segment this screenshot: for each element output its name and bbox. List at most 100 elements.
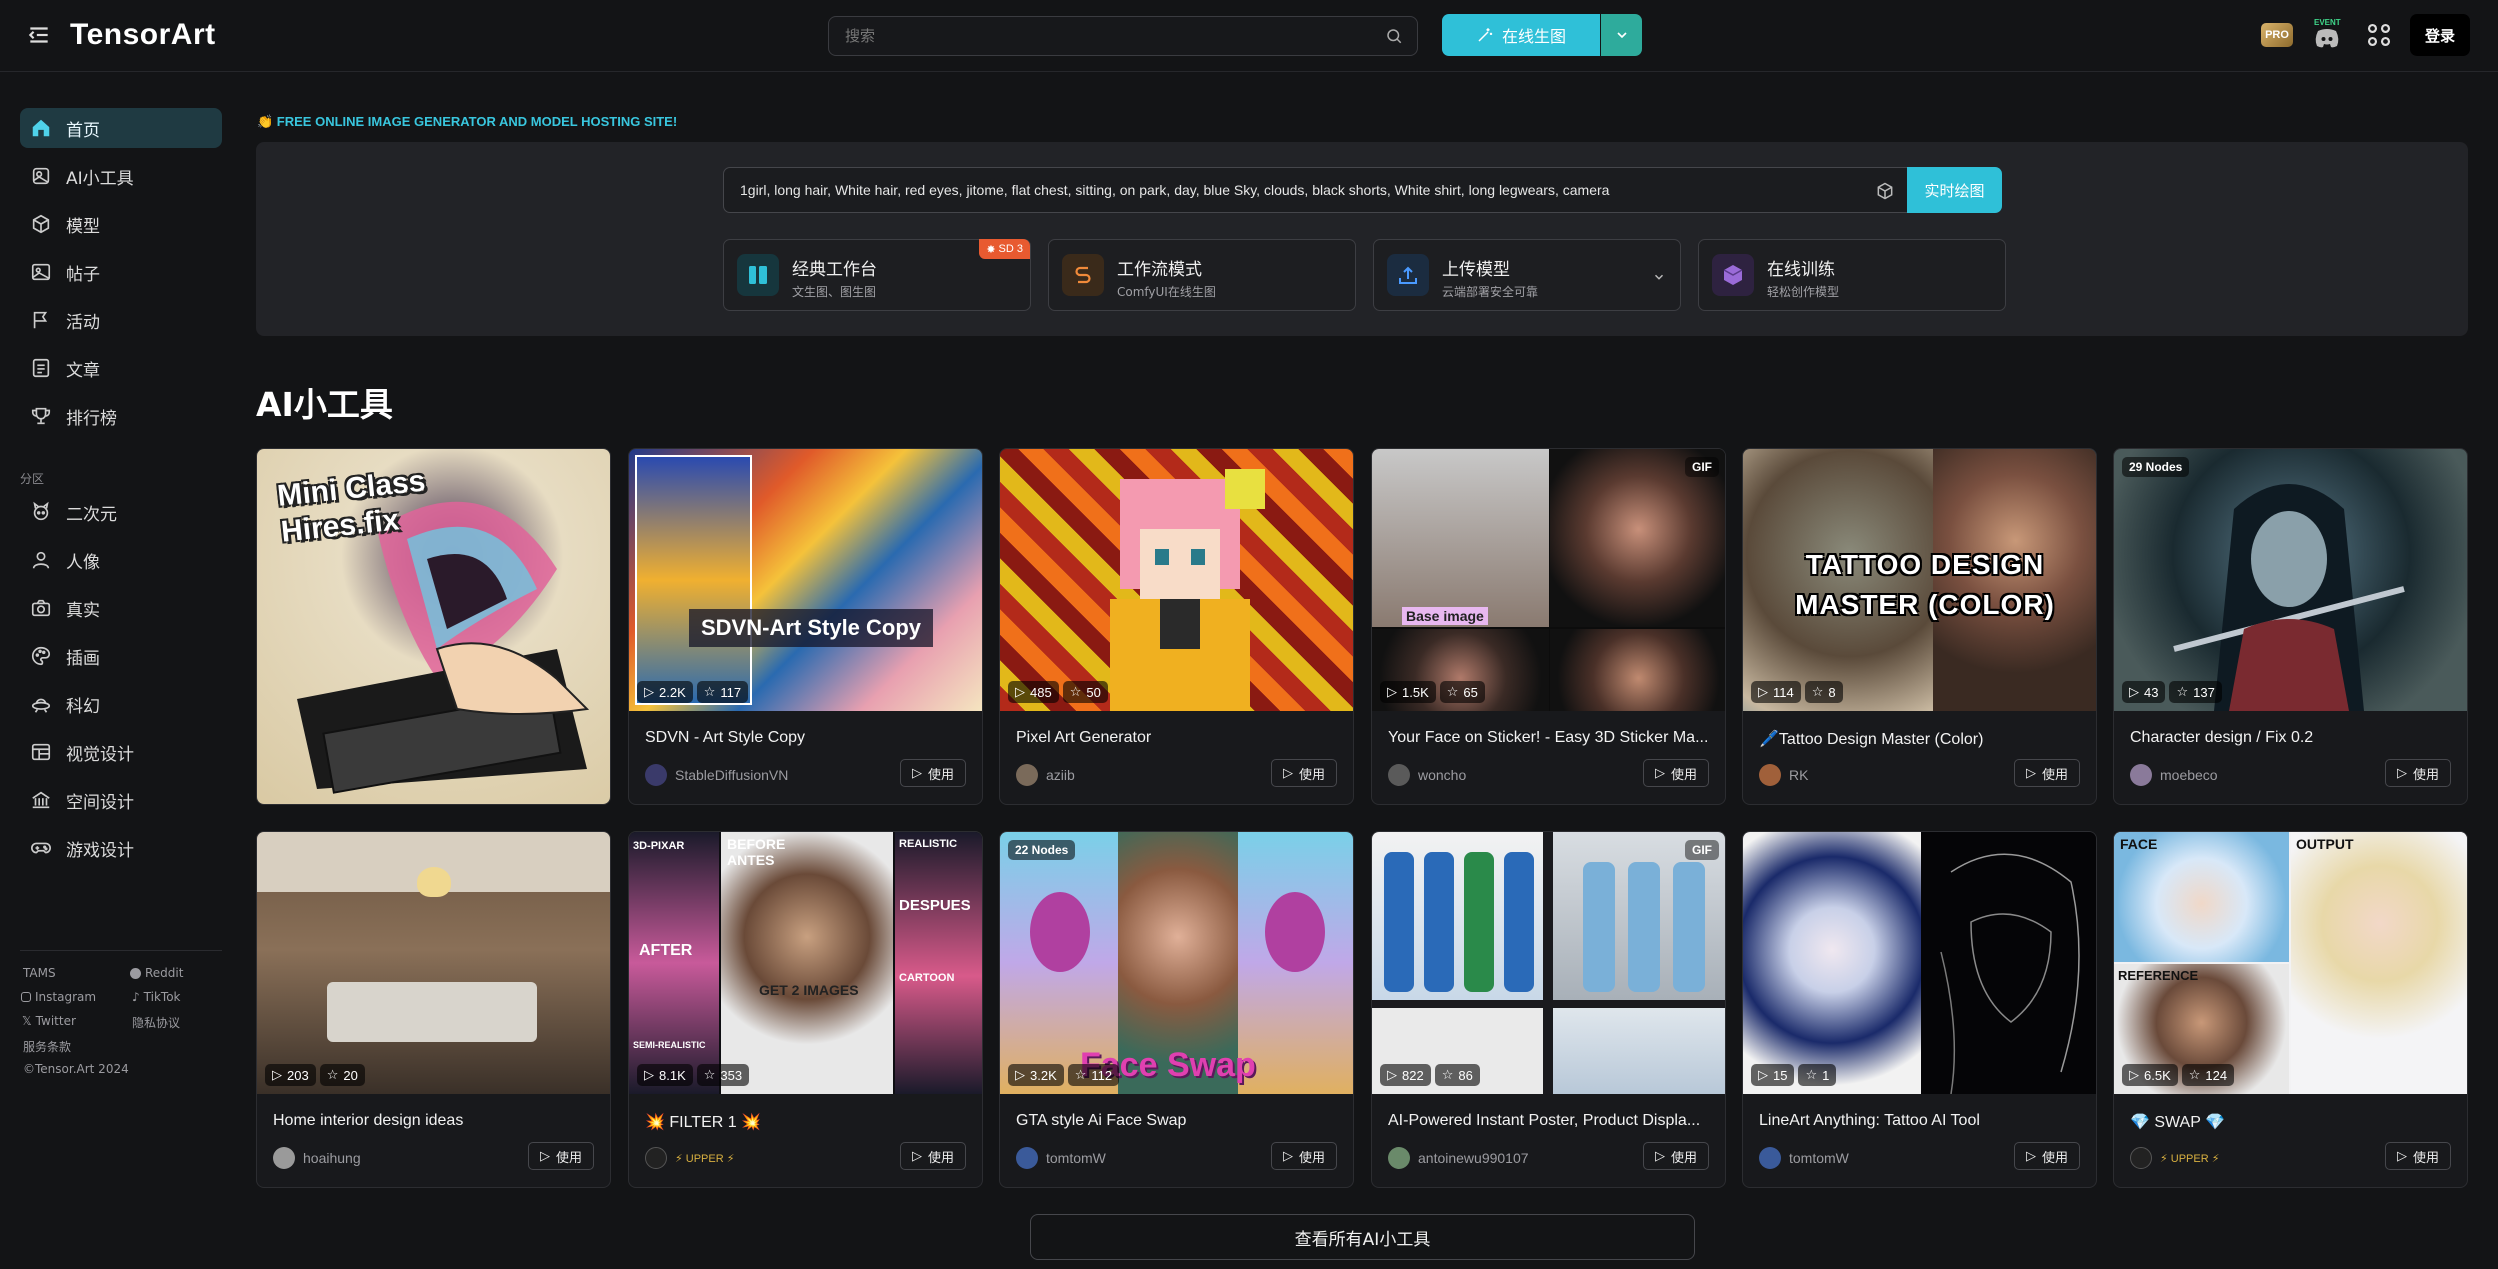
view-all-ai-tools-button[interactable]: 查看所有AI小工具 xyxy=(1030,1214,1695,1260)
card-author[interactable]: ⚡ UPPER ⚡ xyxy=(645,1147,734,1169)
login-button[interactable]: 登录 xyxy=(2410,14,2470,56)
sidebar-item-events[interactable]: 活动 xyxy=(20,300,222,340)
stars-value: 112 xyxy=(1091,1067,1113,1083)
tool-card-filter-1[interactable]: 3D-PIXAR BEFORE ANTES REALISTIC AFTER GE… xyxy=(628,831,983,1188)
sample-frame xyxy=(635,455,752,705)
footer-link-privacy[interactable]: 隐私协议 xyxy=(132,1014,180,1031)
use-button[interactable]: ▷ 使用 xyxy=(1643,1142,1709,1170)
card-title[interactable]: GTA style Ai Face Swap xyxy=(1016,1112,1341,1130)
card-author[interactable]: tomtomW xyxy=(1016,1147,1106,1169)
runs-value: 2.2K xyxy=(659,684,686,700)
tool-card-swap[interactable]: FACE OUTPUT REFERENCE ▷ 6.5K ☆ 124 💎 SWAP … xyxy=(2113,831,2468,1188)
play-icon: ▷ xyxy=(1282,765,1293,781)
sidebar-item-anime[interactable]: 二次元 xyxy=(20,492,222,532)
card-author[interactable]: antoinewu990107 xyxy=(1388,1147,1529,1169)
card-title[interactable]: SDVN - Art Style Copy xyxy=(645,729,970,747)
sidebar-item-leaderboard[interactable]: 排行榜 xyxy=(20,396,222,436)
use-button[interactable]: ▷ 使用 xyxy=(2385,759,2451,787)
use-button[interactable]: ▷ 使用 xyxy=(2014,1142,2080,1170)
sidebar-item-posts[interactable]: 帖子 xyxy=(20,252,222,292)
card-author[interactable]: StableDiffusionVN xyxy=(645,764,788,786)
use-button[interactable]: ▷ 使用 xyxy=(900,1142,966,1170)
footer-link-tams[interactable]: TAMS xyxy=(23,966,56,980)
sidebar-item-visual-design[interactable]: 视觉设计 xyxy=(20,732,222,772)
runs-count: ▷ 203 xyxy=(265,1064,316,1086)
sidebar-toggle-icon[interactable] xyxy=(26,22,52,48)
tool-card-sdvn-art-style[interactable]: SDVN-Art Style Copy ▷ 2.2K ☆ 117 SDVN - Ar… xyxy=(628,448,983,805)
card-title[interactable]: 💎 SWAP 💎 xyxy=(2130,1112,2455,1132)
card-author[interactable]: ⚡ UPPER ⚡ xyxy=(2130,1147,2219,1169)
card-title[interactable]: Character design / Fix 0.2 xyxy=(2130,729,2455,747)
tool-card-lineart-tattoo[interactable]: ▷ 15 ☆ 1 LineArt Anything: Tattoo AI Tool … xyxy=(1742,831,2097,1188)
card-author[interactable]: hoaihung xyxy=(273,1147,361,1169)
card-author[interactable]: aziib xyxy=(1016,764,1075,786)
tool-card-pixel-art[interactable]: ▷ 485 ☆ 50 Pixel Art Generator aziib ▷ 使用 xyxy=(999,448,1354,805)
use-button[interactable]: ▷ 使用 xyxy=(528,1142,594,1170)
footer-link-twitter[interactable]: 𝕏 Twitter xyxy=(22,1014,76,1028)
online-generate-button[interactable]: 在线生图 xyxy=(1442,14,1600,56)
thumbnail-label: BEFORE ANTES xyxy=(727,836,786,868)
footer-link-reddit[interactable]: Reddit xyxy=(130,966,183,980)
use-label: 使用 xyxy=(555,1150,582,1166)
tool-card-tattoo-design[interactable]: TATTOO DESIGN MASTER (COLOR) ▷ 114 ☆ 8 🖊️T… xyxy=(1742,448,2097,805)
prompt-input[interactable]: 1girl, long hair, White hair, red eyes, … xyxy=(723,167,1916,213)
sidebar-item-portrait[interactable]: 人像 xyxy=(20,540,222,580)
random-dice-icon[interactable] xyxy=(1875,181,1895,201)
tool-card-workflow[interactable]: 工作流模式 ComfyUI在线生图 xyxy=(1048,239,1356,311)
use-button[interactable]: ▷ 使用 xyxy=(900,759,966,787)
card-author[interactable]: woncho xyxy=(1388,764,1466,786)
use-button[interactable]: ▷ 使用 xyxy=(1643,759,1709,787)
chandelier xyxy=(417,867,451,897)
card-title[interactable]: 💥 FILTER 1 💥 xyxy=(645,1112,970,1132)
card-title[interactable]: AI-Powered Instant Poster, Product Displ… xyxy=(1388,1112,1713,1130)
sidebar-item-ai-tools[interactable]: AI小工具 xyxy=(20,156,222,196)
use-button[interactable]: ▷ 使用 xyxy=(2014,759,2080,787)
chevron-down-icon[interactable] xyxy=(1652,270,1666,284)
star-icon: ☆ xyxy=(2176,684,2189,699)
card-title[interactable]: LineArt Anything: Tattoo AI Tool xyxy=(1759,1112,2084,1130)
nodes-badge: 29 Nodes xyxy=(2122,457,2190,477)
tool-card-online-training[interactable]: 在线训练 轻松创作模型 xyxy=(1698,239,2006,311)
apps-grid-icon[interactable] xyxy=(2366,22,2392,48)
search-box[interactable] xyxy=(828,16,1418,56)
card-author[interactable]: RK xyxy=(1759,764,1808,786)
card-title[interactable]: 🖊️Tattoo Design Master (Color) xyxy=(1759,729,2084,749)
tool-card-upload-model[interactable]: 上传模型 云端部署安全可靠 xyxy=(1373,239,1681,311)
realtime-draw-button[interactable]: 实时绘图 xyxy=(1907,167,2002,213)
footer-link-instagram[interactable]: Instagram xyxy=(21,990,96,1004)
play-icon: ▷ xyxy=(1654,765,1665,781)
sidebar-item-home[interactable]: 首页 xyxy=(20,108,222,148)
tool-card-face-sticker[interactable]: Base image GIF ▷ 1.5K ☆ 65 Your Face on St… xyxy=(1371,448,1726,805)
generate-dropdown-button[interactable] xyxy=(1601,14,1642,56)
tool-card-home-interior[interactable]: ▷ 203 ☆ 20 Home interior design ideas hoai… xyxy=(256,831,611,1188)
use-button[interactable]: ▷ 使用 xyxy=(1271,759,1337,787)
sidebar-item-realistic[interactable]: 真实 xyxy=(20,588,222,628)
footer-link-tiktok[interactable]: ♪ TikTok xyxy=(132,990,181,1004)
play-icon: ▷ xyxy=(911,1148,922,1164)
tool-card-character-design[interactable]: 29 Nodes ▷ 43 ☆ 137 Character design / Fix… xyxy=(2113,448,2468,805)
play-icon: ▷ xyxy=(2129,1067,2139,1082)
sidebar-item-illustration[interactable]: 插画 xyxy=(20,636,222,676)
sidebar-item-models[interactable]: 模型 xyxy=(20,204,222,244)
card-author[interactable]: tomtomW xyxy=(1759,1147,1849,1169)
card-title[interactable]: Your Face on Sticker! - Easy 3D Sticker … xyxy=(1388,729,1713,747)
tensorart-logo[interactable]: TensorArt xyxy=(70,18,216,52)
event-discord-button[interactable]: EVENT xyxy=(2310,18,2344,52)
search-icon[interactable] xyxy=(1385,27,1403,45)
tool-card-gta-face-swap[interactable]: Face Swap 22 Nodes ▷ 3.2K ☆ 112 GTA style … xyxy=(999,831,1354,1188)
tool-card-ai-poster[interactable]: GIF ▷ 822 ☆ 86 AI-Powered Instant Poster, … xyxy=(1371,831,1726,1188)
sidebar-item-scifi[interactable]: 科幻 xyxy=(20,684,222,724)
tool-card-workbench[interactable]: 经典工作台 文生图、图生图 ✸ SD 3 xyxy=(723,239,1031,311)
pro-badge[interactable]: PRO xyxy=(2261,23,2293,47)
card-title[interactable]: Pixel Art Generator xyxy=(1016,729,1341,747)
sidebar-item-game-design[interactable]: 游戏设计 xyxy=(20,828,222,868)
card-author[interactable]: moebeco xyxy=(2130,764,2218,786)
sidebar-item-space-design[interactable]: 空间设计 xyxy=(20,780,222,820)
use-button[interactable]: ▷ 使用 xyxy=(1271,1142,1337,1170)
footer-link-terms[interactable]: 服务条款 xyxy=(23,1038,71,1055)
sidebar-item-articles[interactable]: 文章 xyxy=(20,348,222,388)
search-input[interactable] xyxy=(845,17,1365,55)
use-button[interactable]: ▷ 使用 xyxy=(2385,1142,2451,1170)
card-title[interactable]: Home interior design ideas xyxy=(273,1112,598,1130)
tool-card-mini-class-hires[interactable]: Mini Class Hires.fix xyxy=(256,448,611,805)
